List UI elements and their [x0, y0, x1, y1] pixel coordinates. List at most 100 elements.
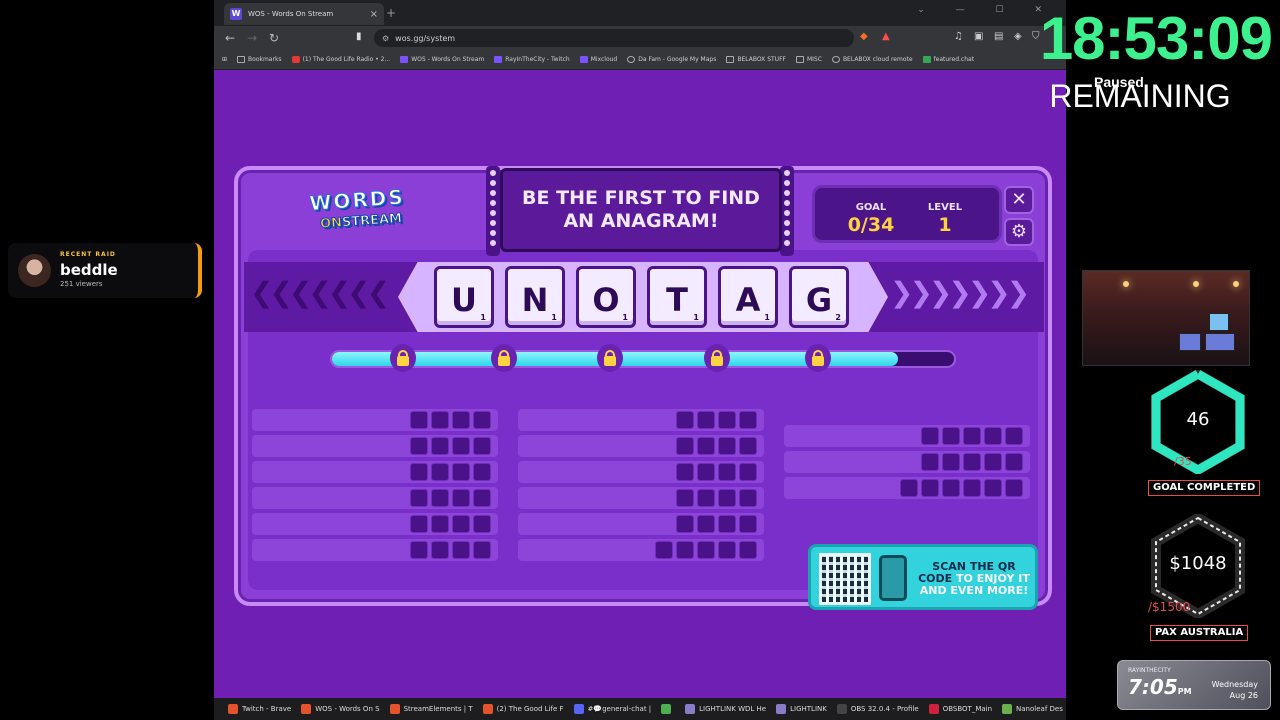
- brave-rewards-icon[interactable]: ▲: [882, 31, 890, 42]
- bookmark-item[interactable]: MISC: [795, 56, 822, 63]
- bookmark-label: RayInTheCity - Twitch: [505, 56, 570, 63]
- site-settings-icon[interactable]: ⚙: [382, 34, 389, 43]
- bookmark-item[interactable]: featured.chat: [922, 56, 974, 63]
- tile-points: 1: [480, 313, 486, 322]
- bookmark-item[interactable]: Bookmarks: [237, 56, 282, 63]
- letter-slot: [718, 515, 736, 533]
- bookmark-item[interactable]: WOS - Words On Stream: [400, 56, 484, 63]
- bookmark-label: WOS - Words On Stream: [411, 56, 485, 63]
- taskbar-item[interactable]: Twitch - Brave: [228, 704, 291, 714]
- close-tab-icon[interactable]: ×: [370, 9, 378, 20]
- clock-widget-time: 7:05PM: [1128, 675, 1192, 699]
- answer-slot-row: [252, 513, 498, 535]
- wos-favicon-icon: W: [230, 8, 242, 20]
- pax-australia-badge: PAX AUSTRALIA: [1150, 625, 1249, 641]
- bookmark-label: BELABOX cloud remote: [842, 56, 913, 63]
- letter-slot: [410, 541, 428, 559]
- qr-promo[interactable]: SCAN THE QR CODE TO ENJOY IT AND EVEN MO…: [808, 544, 1038, 610]
- apps-icon[interactable]: ⊞: [222, 56, 227, 63]
- letter-slot: [473, 411, 491, 429]
- answer-slot-row: [784, 477, 1030, 499]
- game-instruction-banner: BE THE FIRST TO FIND AN ANAGRAM!: [500, 168, 782, 252]
- letter-slot: [676, 437, 694, 455]
- bookmark-label: (1) The Good Life Radio • 2...: [302, 56, 391, 63]
- letter-slot: [739, 489, 757, 507]
- bookmark-icon[interactable]: ▮: [356, 31, 362, 42]
- tile-points: 1: [693, 313, 699, 322]
- screen: RECENT RAID beddle 251 viewers W WOS - W…: [0, 0, 1280, 720]
- wos-icon: [400, 56, 409, 63]
- bookmark-item[interactable]: (1) The Good Life Radio • 2...: [291, 56, 391, 63]
- letter-slot: [718, 489, 736, 507]
- letter-slot: [718, 541, 736, 559]
- chat-icon: [922, 56, 931, 63]
- settings-button[interactable]: ⚙: [1004, 218, 1034, 246]
- letter-slot: [984, 453, 1002, 471]
- browser-tab[interactable]: W WOS - Words On Stream ×: [224, 3, 384, 25]
- taskbar-label: Twitch - Brave: [242, 705, 292, 713]
- letter-slot: [473, 463, 491, 481]
- lock-icon: [491, 344, 517, 372]
- letter-slot: [921, 453, 939, 471]
- app-icon: [482, 704, 493, 714]
- bookmark-item[interactable]: Mixcloud: [579, 56, 618, 63]
- chevrons-right-icon: ❯❯❯❯❯❯❯: [890, 276, 1030, 309]
- letter-slot: [739, 411, 757, 429]
- lock-icon: [390, 344, 416, 372]
- taskbar-item[interactable]: LIGHTLINK WDL He: [685, 704, 766, 714]
- taskbar-label: Nanoleaf Des: [1016, 705, 1063, 713]
- taskbar-item[interactable]: WOS - Words On S: [301, 704, 380, 714]
- close-button[interactable]: ✕: [1004, 186, 1034, 214]
- letter-slot: [942, 453, 960, 471]
- bookmarks-bar: ⊞ Bookmarks (1) The Good Life Radio • 2..…: [214, 50, 1066, 70]
- level-value: 1: [938, 214, 952, 236]
- bookmark-item[interactable]: Da Fam - Google My Maps: [627, 56, 716, 63]
- qr-promo-text: SCAN THE QR CODE TO ENJOY IT AND EVEN MO…: [918, 560, 1030, 597]
- letter-slot: [963, 479, 981, 497]
- taskbar-item[interactable]: #💬general-chat |: [573, 704, 651, 714]
- answer-slot-row: [252, 539, 498, 561]
- forward-icon[interactable]: →: [246, 31, 258, 45]
- url-bar[interactable]: ⚙ wos.gg/system: [374, 29, 854, 47]
- taskbar-item[interactable]: OBS 32.0.4 - Profile: [836, 704, 919, 714]
- bookmark-item[interactable]: BELABOX cloud remote: [831, 56, 913, 63]
- letter-slot: [452, 411, 470, 429]
- new-tab-icon[interactable]: +: [386, 6, 396, 20]
- close-icon: ✕: [1011, 189, 1027, 210]
- app-icon: [389, 704, 400, 714]
- app-icon: [836, 704, 847, 714]
- taskbar-item[interactable]: LIGHTLINK: [776, 704, 827, 714]
- letter-slot: [697, 411, 715, 429]
- reload-icon[interactable]: ↻: [268, 31, 280, 45]
- bookmark-item[interactable]: RayInTheCity - Twitch: [494, 56, 570, 63]
- answer-slot-row: [252, 409, 498, 431]
- taskbar-item[interactable]: (2) The Good Life F: [482, 704, 564, 714]
- media-icon[interactable]: ♫: [954, 31, 963, 42]
- letter-slot: [452, 437, 470, 455]
- letter-slot: [697, 437, 715, 455]
- brave-shields-icon[interactable]: ◆: [860, 31, 868, 42]
- goal-completed-badge: GOAL COMPLETED: [1148, 480, 1261, 496]
- bookmark-item[interactable]: BELABOX STUFF: [726, 56, 786, 63]
- letter-slot: [718, 411, 736, 429]
- taskbar-item[interactable]: [661, 704, 675, 714]
- tile-points: 2: [835, 313, 841, 322]
- taskbar-label: (2) The Good Life F: [496, 705, 564, 713]
- letter-tile: A1: [718, 266, 778, 328]
- answer-slot-row: [784, 425, 1030, 447]
- follower-goal-value: 46: [1186, 409, 1210, 430]
- letter-slot: [410, 463, 428, 481]
- twitch-icon: [494, 56, 503, 63]
- taskbar-item[interactable]: Nanoleaf Des: [1002, 704, 1063, 714]
- bookmark-label: Da Fam - Google My Maps: [638, 56, 717, 63]
- taskbar-item[interactable]: OBSBOT_Main: [928, 704, 992, 714]
- sidebar-icon[interactable]: ▣: [974, 31, 983, 42]
- app-icon: [301, 704, 312, 714]
- qr-code: [819, 553, 871, 605]
- answer-slot-row: [252, 487, 498, 509]
- back-icon[interactable]: ←: [224, 31, 236, 45]
- bookmark-label: Mixcloud: [590, 56, 618, 63]
- taskbar-item[interactable]: StreamElements | T: [389, 704, 473, 714]
- answer-slot-row: [518, 539, 764, 561]
- letter-slot: [452, 489, 470, 507]
